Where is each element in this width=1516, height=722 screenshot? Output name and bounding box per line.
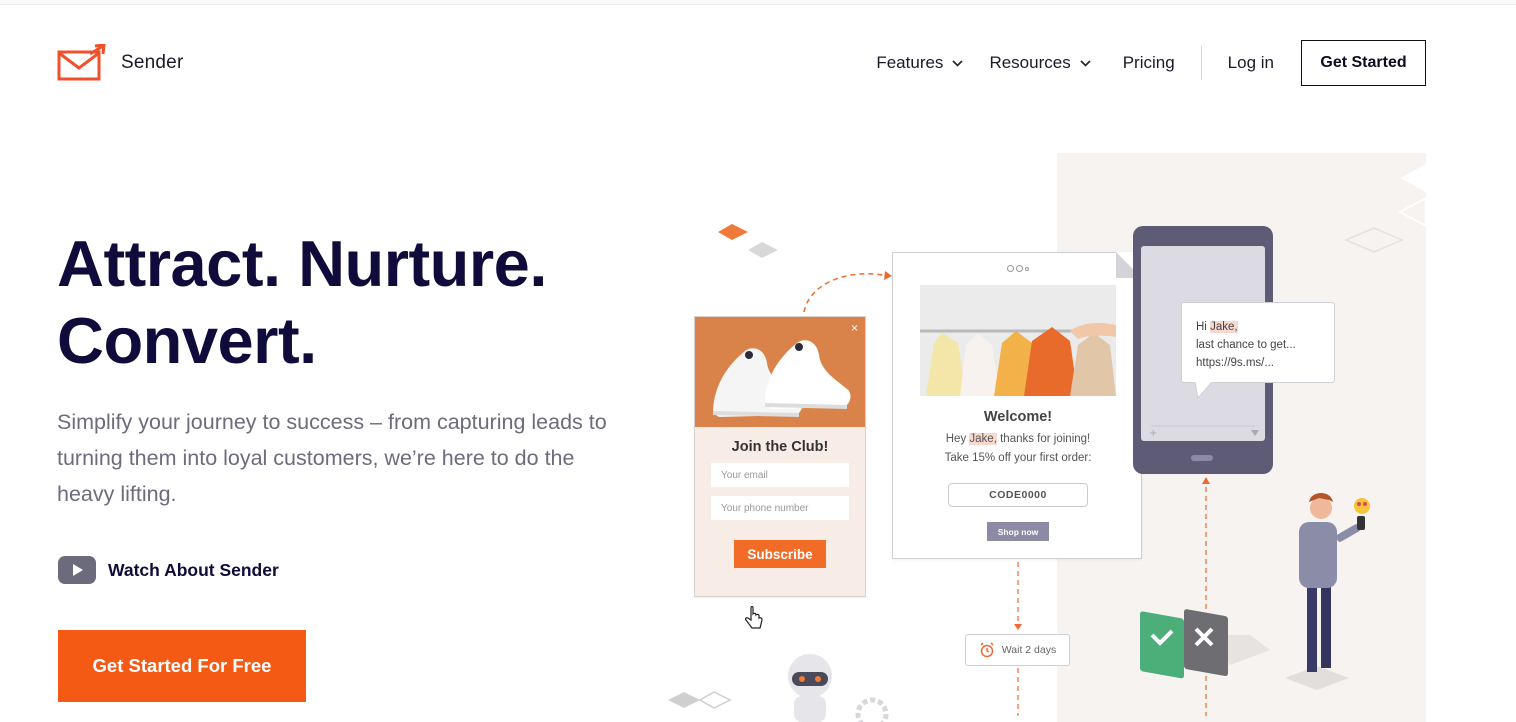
sms-greeting: Hi bbox=[1196, 321, 1211, 333]
chevron-down-icon bbox=[952, 59, 964, 67]
email-offer-line: Take 15% off your first order: bbox=[944, 452, 1092, 464]
sms-line2: last chance to get... bbox=[1196, 339, 1296, 351]
get-started-button[interactable]: Get Started bbox=[1301, 40, 1426, 86]
play-icon bbox=[58, 556, 96, 584]
close-icon[interactable]: × bbox=[851, 321, 858, 335]
main-nav: Features Resources Pricing Log in Get St… bbox=[876, 40, 1426, 86]
sneakers-image: × bbox=[695, 317, 865, 427]
welcome-email-card: Welcome! Hey Jake, thanks for joining! T… bbox=[892, 252, 1142, 559]
brand-name: Sender bbox=[121, 52, 184, 73]
pointer-cursor-icon bbox=[745, 606, 763, 629]
wait-step: Wait 2 days bbox=[965, 634, 1070, 666]
login-link[interactable]: Log in bbox=[1228, 53, 1274, 73]
logo[interactable]: Sender bbox=[57, 44, 183, 82]
sms-line1: Hi Jake, bbox=[1196, 318, 1320, 336]
email-recipient-name: Jake, bbox=[969, 433, 997, 445]
sms-bubble: Hi Jake, last chance to get... https://9… bbox=[1181, 302, 1335, 383]
signup-popup: × Join the Club! Your email Your phone n… bbox=[694, 316, 866, 597]
wait-label: Wait 2 days bbox=[1001, 644, 1057, 656]
hero-title-line2: Convert. bbox=[57, 304, 317, 377]
popup-title: Join the Club! bbox=[731, 439, 829, 455]
subscribe-button[interactable]: Subscribe bbox=[734, 540, 826, 568]
watch-video-link[interactable]: Watch About Sender bbox=[58, 556, 279, 584]
nav-features[interactable]: Features bbox=[876, 53, 964, 73]
envelope-logo-icon bbox=[57, 44, 106, 81]
nav-resources-label: Resources bbox=[989, 53, 1071, 72]
email-greeting-pre: Hey bbox=[945, 433, 970, 445]
nav-pricing-label: Pricing bbox=[1122, 53, 1175, 72]
email-dots bbox=[1007, 265, 1029, 272]
hero-title: Attract. Nurture. Convert. bbox=[57, 225, 547, 379]
email-welcome-heading: Welcome! bbox=[983, 409, 1053, 425]
chevron-down-icon bbox=[1080, 59, 1091, 67]
popup-email-field[interactable]: Your email bbox=[711, 463, 849, 487]
svg-text:+: + bbox=[1149, 428, 1157, 439]
shop-now-button[interactable]: Shop now bbox=[987, 522, 1049, 541]
hero-title-line1: Attract. Nurture. bbox=[57, 227, 547, 300]
nav-resources[interactable]: Resources bbox=[989, 53, 1091, 73]
browser-top-edge bbox=[0, 0, 1516, 5]
coupon-code: CODE0000 bbox=[948, 483, 1088, 507]
get-started-free-button[interactable]: Get Started For Free bbox=[58, 630, 306, 702]
hero-subtitle: Simplify your journey to success – from … bbox=[57, 410, 607, 506]
clothes-rack-image bbox=[920, 285, 1116, 396]
sms-tail bbox=[1194, 382, 1213, 400]
email-greeting-post: thanks for joining! bbox=[996, 433, 1091, 445]
nav-pricing[interactable]: Pricing bbox=[1123, 53, 1175, 73]
nav-features-label: Features bbox=[876, 53, 944, 72]
email-greeting-line: Hey Jake, thanks for joining! bbox=[893, 433, 1143, 445]
sms-recipient-name: Jake, bbox=[1210, 321, 1238, 333]
popup-phone-field[interactable]: Your phone number bbox=[711, 496, 849, 520]
watch-label: Watch About Sender bbox=[108, 559, 279, 580]
nav-divider bbox=[1200, 46, 1202, 80]
sms-line3: https://9s.ms/... bbox=[1196, 357, 1274, 369]
phone-home-button bbox=[1191, 455, 1213, 461]
alarm-clock-icon bbox=[980, 642, 994, 658]
